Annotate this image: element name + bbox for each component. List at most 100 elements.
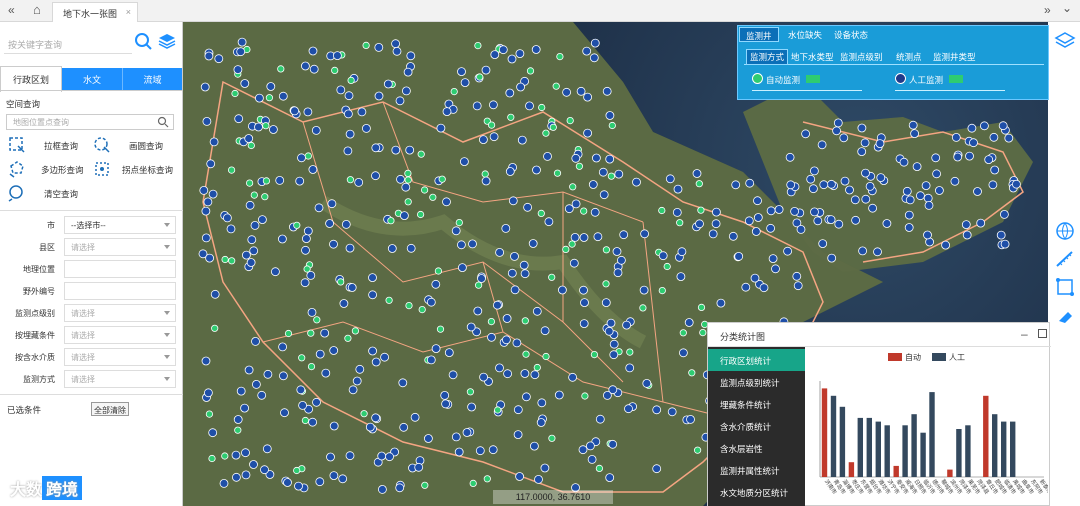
manual-station-marker[interactable] [392,46,402,56]
auto-station-marker[interactable] [483,475,491,483]
manual-station-marker[interactable] [673,184,683,194]
manual-station-marker[interactable] [473,306,483,316]
manual-station-marker[interactable] [308,417,318,427]
manual-station-marker[interactable] [899,157,909,167]
manual-station-marker[interactable] [226,224,236,234]
manual-station-marker[interactable] [593,232,603,242]
manual-station-marker[interactable] [984,155,994,165]
auto-station-marker[interactable] [404,198,412,206]
manual-station-marker[interactable] [516,82,526,92]
auto-station-marker[interactable] [575,162,583,170]
manual-station-marker[interactable] [298,400,307,410]
layers-icon[interactable] [158,32,176,50]
manual-station-marker[interactable] [278,91,288,101]
manual-station-marker[interactable] [613,268,623,278]
manual-station-marker[interactable] [519,260,529,270]
maximize-icon[interactable] [1038,329,1047,338]
tab-device-status[interactable]: 设备状态 [828,27,874,42]
manual-station-marker[interactable] [1004,133,1014,143]
manual-station-marker[interactable] [678,348,688,358]
menu-item-lithology[interactable]: 含水层岩性 [708,437,805,459]
manual-station-marker[interactable] [792,271,802,281]
auto-station-marker[interactable] [205,410,213,418]
manual-station-marker[interactable] [520,269,530,279]
bar-manual[interactable] [857,417,863,477]
auto-station-marker[interactable] [693,446,702,454]
manual-station-marker[interactable] [766,206,776,216]
manual-station-marker[interactable] [602,86,612,96]
manual-station-marker[interactable] [744,216,754,226]
manual-station-marker[interactable] [208,428,218,438]
manual-station-marker[interactable] [652,464,662,474]
manual-station-marker[interactable] [501,335,511,345]
manual-station-marker[interactable] [233,65,243,74]
auto-station-marker[interactable] [337,278,345,286]
manual-station-marker[interactable] [731,180,741,190]
manual-station-marker[interactable] [540,326,550,336]
auto-station-marker[interactable] [293,466,301,475]
manual-station-marker[interactable] [442,107,452,116]
manual-station-marker[interactable] [280,408,289,418]
manual-station-marker[interactable] [371,413,381,423]
manual-station-marker[interactable] [608,439,618,449]
manual-station-marker[interactable] [451,226,461,236]
clear-all-button[interactable]: 全部清除 [91,402,129,416]
auto-station-marker[interactable] [421,186,429,194]
auto-station-marker[interactable] [438,175,446,183]
manual-station-marker[interactable] [327,199,337,209]
manual-station-marker[interactable] [568,372,578,382]
auto-station-marker[interactable] [418,305,426,314]
manual-station-marker[interactable] [377,451,387,461]
auto-station-marker[interactable] [261,193,269,201]
manual-station-marker[interactable] [569,258,579,268]
manual-station-marker[interactable] [241,470,251,480]
manual-station-marker[interactable] [255,93,264,103]
manual-station-marker[interactable] [489,132,499,142]
manual-station-marker[interactable] [1000,209,1009,219]
manual-station-marker[interactable] [254,122,263,132]
auto-station-marker[interactable] [265,94,274,102]
manual-station-marker[interactable] [487,332,496,342]
auto-station-marker[interactable] [385,296,393,304]
medium-select[interactable]: 请选择 [64,348,176,366]
manual-station-marker[interactable] [503,369,513,379]
auto-station-marker[interactable] [234,426,242,434]
subtab-method[interactable]: 监测方式 [746,49,789,65]
auto-station-marker[interactable] [476,73,484,81]
manual-station-marker[interactable] [329,346,339,355]
manual-station-marker[interactable] [908,120,918,130]
menu-item-level[interactable]: 监测点级别统计 [708,371,805,393]
manual-station-marker[interactable] [236,386,246,396]
bar-manual[interactable] [911,414,917,477]
manual-station-marker[interactable] [278,234,287,244]
manual-station-marker[interactable] [554,390,564,400]
auto-station-marker[interactable] [542,352,550,361]
manual-station-marker[interactable] [431,279,441,289]
bar-auto[interactable] [983,395,989,477]
manual-station-marker[interactable] [502,314,512,323]
manual-station-marker[interactable] [347,283,357,292]
manual-station-marker[interactable] [345,451,355,461]
manual-station-marker[interactable] [785,152,795,162]
auto-station-marker[interactable] [537,209,545,217]
manual-station-marker[interactable] [398,378,408,388]
manual-station-marker[interactable] [371,171,380,181]
manual-station-marker[interactable] [557,285,567,295]
tab-water-level-missing[interactable]: 水位缺失 [782,27,828,42]
bar-auto[interactable] [893,465,899,477]
auto-station-marker[interactable] [568,240,576,248]
manual-station-marker[interactable] [591,153,601,163]
manual-station-marker[interactable] [865,181,875,191]
auto-station-marker[interactable] [387,217,395,225]
manual-station-marker[interactable] [315,477,325,487]
manual-station-marker[interactable] [536,418,546,427]
subtab-well-type[interactable]: 监测井类型 [933,51,976,63]
manual-station-marker[interactable] [329,421,339,431]
manual-station-marker[interactable] [619,230,629,240]
manual-station-marker[interactable] [361,124,371,133]
manual-station-marker[interactable] [410,412,420,422]
auto-station-marker[interactable] [436,325,445,333]
manual-station-marker[interactable] [590,38,600,48]
manual-station-marker[interactable] [861,194,871,204]
manual-station-marker[interactable] [380,352,390,362]
